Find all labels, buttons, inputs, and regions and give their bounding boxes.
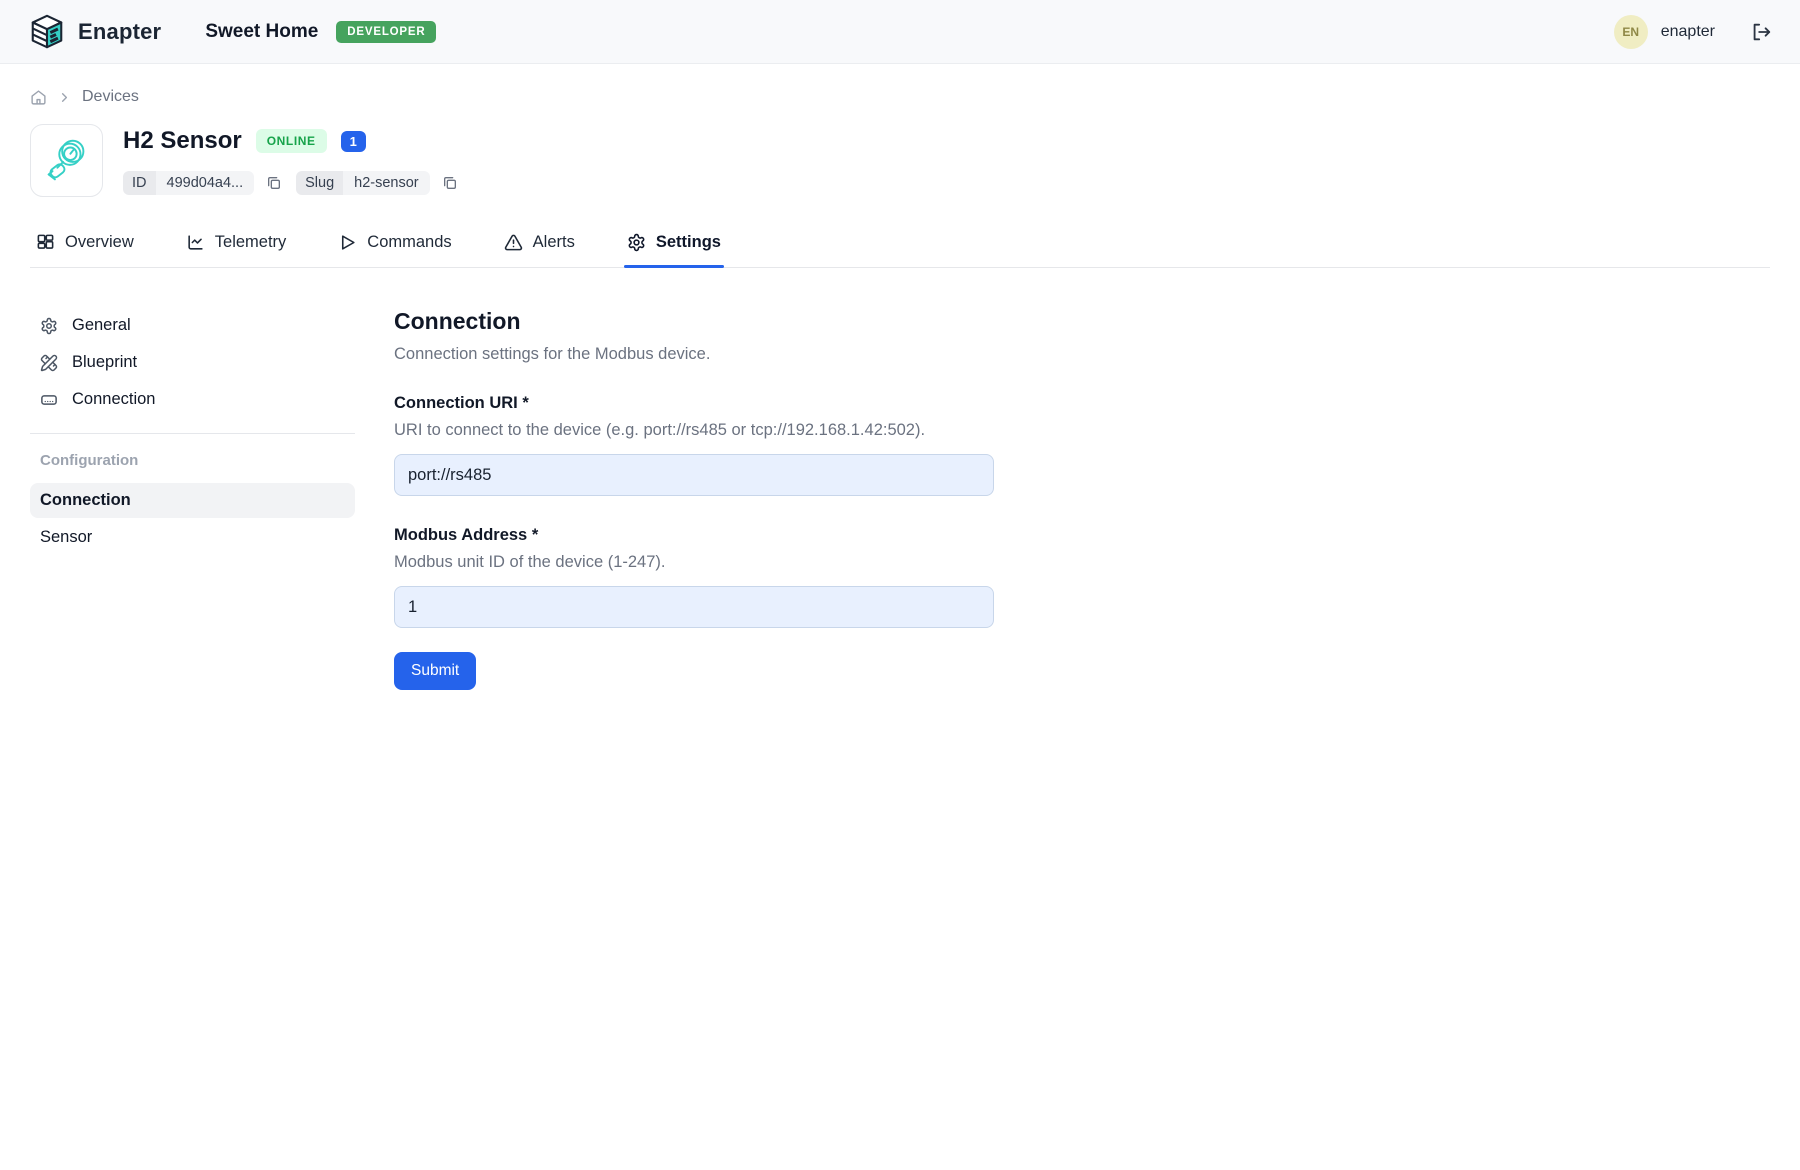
tab-label: Overview [65, 233, 134, 252]
breadcrumb-devices-link[interactable]: Devices [82, 88, 139, 106]
connection-uri-label: Connection URI * [394, 394, 994, 413]
port-icon [40, 391, 58, 409]
gear-icon [627, 233, 646, 252]
slug-chip-value: h2-sensor [343, 171, 429, 195]
tab-telemetry[interactable]: Telemetry [183, 227, 290, 267]
tab-label: Settings [656, 233, 721, 252]
play-icon [338, 233, 357, 252]
status-badge: ONLINE [256, 129, 327, 153]
chart-line-icon [186, 233, 205, 252]
sidebar-item-label: Connection [40, 491, 131, 510]
settings-sidebar: General Blueprint [30, 308, 355, 690]
submit-button[interactable]: Submit [394, 652, 476, 690]
sidebar-item-blueprint[interactable]: Blueprint [30, 345, 355, 380]
logout-button[interactable] [1750, 21, 1772, 43]
grid-icon [36, 233, 55, 252]
slug-chip-label: Slug [296, 171, 343, 195]
pencil-ruler-icon [40, 354, 58, 372]
modbus-address-label: Modbus Address * [394, 526, 994, 545]
tab-label: Alerts [533, 233, 575, 252]
tab-alerts[interactable]: Alerts [501, 227, 578, 267]
avatar-initials: EN [1622, 25, 1639, 39]
connection-uri-help: URI to connect to the device (e.g. port:… [394, 421, 994, 440]
app-header: Enapter Sweet Home DEVELOPER EN enapter [0, 0, 1800, 64]
gear-icon [40, 317, 58, 335]
device-tabs: Overview Telemetry Commands [30, 227, 1770, 268]
username: enapter [1661, 23, 1715, 41]
sidebar-item-config-connection[interactable]: Connection [30, 483, 355, 518]
modbus-address-help: Modbus unit ID of the device (1-247). [394, 553, 994, 572]
workspace-name: Sweet Home [205, 21, 318, 43]
device-id-chip: ID 499d04a4... [123, 171, 254, 195]
tab-label: Commands [367, 233, 451, 252]
sidebar-section-label: Configuration [30, 452, 355, 469]
copy-id-button[interactable] [264, 173, 284, 193]
sidebar-item-connection[interactable]: Connection [30, 382, 355, 417]
sidebar-divider [30, 433, 355, 434]
form-description: Connection settings for the Modbus devic… [394, 345, 994, 364]
device-slug-chip: Slug h2-sensor [296, 171, 430, 195]
tab-overview[interactable]: Overview [33, 227, 137, 267]
form-title: Connection [394, 308, 994, 335]
id-chip-value: 499d04a4... [156, 171, 255, 195]
tab-settings[interactable]: Settings [624, 227, 724, 267]
copy-slug-button[interactable] [440, 173, 460, 193]
device-avatar [30, 124, 103, 197]
sidebar-item-config-sensor[interactable]: Sensor [30, 520, 355, 555]
gauge-sensor-icon [40, 134, 94, 188]
device-title: H2 Sensor [123, 127, 242, 155]
home-icon[interactable] [30, 89, 47, 106]
sidebar-item-label: Blueprint [72, 353, 137, 372]
enapter-logo-icon [28, 13, 66, 51]
modbus-address-input[interactable] [394, 586, 994, 628]
enapter-brand[interactable]: Enapter [28, 13, 161, 51]
tab-label: Telemetry [215, 233, 287, 252]
copy-icon [266, 175, 282, 191]
id-chip-label: ID [123, 171, 156, 195]
device-header: H2 Sensor ONLINE 1 ID 499d04a4... [30, 124, 1770, 197]
developer-badge: DEVELOPER [336, 21, 436, 43]
copy-icon [442, 175, 458, 191]
tab-commands[interactable]: Commands [335, 227, 454, 267]
alert-count-badge[interactable]: 1 [341, 131, 366, 152]
settings-form: Connection Connection settings for the M… [394, 308, 994, 690]
sidebar-item-label: Connection [72, 390, 155, 409]
breadcrumb: Devices [30, 88, 1770, 106]
sidebar-item-general[interactable]: General [30, 308, 355, 343]
user-avatar[interactable]: EN [1614, 15, 1648, 49]
connection-uri-input[interactable] [394, 454, 994, 496]
alert-triangle-icon [504, 233, 523, 252]
chevron-right-icon [57, 90, 72, 105]
brand-name: Enapter [78, 19, 161, 45]
sidebar-item-label: General [72, 316, 131, 335]
sidebar-item-label: Sensor [40, 528, 92, 547]
logout-icon [1750, 21, 1772, 43]
